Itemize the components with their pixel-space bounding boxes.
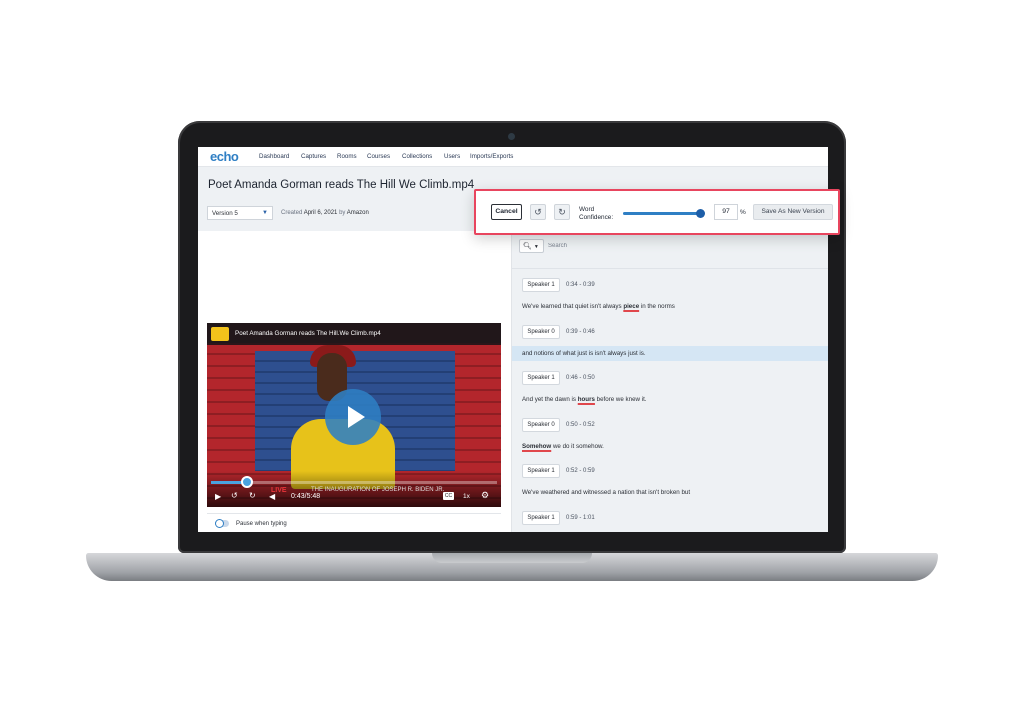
created-by: Amazon: [346, 210, 369, 216]
video-titlebar: Poet Amanda Gorman reads The Hill.We Cli…: [207, 323, 501, 345]
nav-captures[interactable]: Captures: [301, 153, 326, 160]
transcript-text: We've weathered and witnessed a nation t…: [522, 489, 691, 496]
echo-logo[interactable]: echo: [210, 149, 239, 164]
redo-button[interactable]: ↻: [554, 204, 570, 220]
left-pane: Poet Amanda Gorman reads The Hill.We Cli…: [198, 231, 511, 532]
page-title: Poet Amanda Gorman reads The Hill We Cli…: [208, 179, 475, 191]
segment-timestamp: 0:34 - 0:39: [566, 282, 595, 288]
transcript-pane: 🔍︎▼ Speaker 1 0:34 - 0:39 We've learned th…: [511, 231, 828, 532]
chevron-down-icon: ▼: [262, 210, 268, 216]
gear-icon[interactable]: ⚙: [481, 490, 489, 501]
low-confidence-word[interactable]: hours: [578, 396, 595, 403]
pause-when-typing-label: Pause when typing: [236, 521, 287, 527]
play-icon: [348, 406, 365, 428]
chevron-down-icon: ▼: [533, 244, 539, 250]
play-small-icon[interactable]: ▶: [215, 492, 221, 501]
speaker-label[interactable]: Speaker 1: [522, 371, 560, 385]
speaker-label[interactable]: Speaker 1: [522, 464, 560, 478]
segment-timestamp: 0:52 - 0:59: [566, 468, 595, 474]
segment-timestamp: 0:39 - 0:46: [566, 328, 595, 335]
redo-icon: ↻: [558, 207, 566, 217]
undo-icon: ↺: [534, 207, 542, 217]
transcript-line[interactable]: We've learned that quiet isn't always pi…: [522, 303, 675, 310]
save-as-new-version-button[interactable]: Save As New Version: [753, 204, 833, 220]
closed-captions-icon[interactable]: CC: [443, 492, 454, 500]
transcript-text: And yet the dawn is: [522, 396, 578, 403]
percent-label: %: [740, 209, 746, 216]
version-select[interactable]: Version 5 ▼: [207, 206, 273, 220]
video-progress-bar[interactable]: [211, 481, 497, 484]
low-confidence-word[interactable]: Somehow: [522, 443, 551, 450]
transcript-text: and notions of what just is isn't always…: [522, 349, 646, 357]
forward-icon[interactable]: ↻: [249, 491, 256, 500]
transcript-text: we do it somehow.: [551, 442, 604, 450]
transcript-line[interactable]: We've weathered and witnessed a nation t…: [522, 489, 690, 496]
volume-icon[interactable]: ◀: [269, 492, 275, 501]
video-player[interactable]: Poet Amanda Gorman reads The Hill.We Cli…: [207, 323, 501, 507]
toggle-knob: [215, 519, 224, 528]
word-confidence-label: Word Confidence:: [579, 206, 614, 221]
transcript-line[interactable]: And yet the dawn is hours before we knew…: [522, 396, 647, 403]
segment-timestamp: 0:59 - 1:01: [566, 514, 595, 521]
top-nav: echo Dashboard Captures Rooms Courses Co…: [198, 147, 828, 167]
nav-imports-exports[interactable]: Imports/Exports: [470, 153, 513, 160]
speaker-label[interactable]: Speaker 1: [522, 510, 560, 525]
pause-when-typing-row: Pause when typing: [207, 513, 501, 532]
playback-time: 0:43/5:48: [291, 493, 321, 500]
channel-logo: [211, 327, 229, 341]
search-icon: 🔍︎: [523, 243, 532, 250]
transcript-text: in the norms: [639, 303, 675, 310]
news-chyron: THE INAUGURATION OF JOSEPH R. BIDEN JR.: [311, 487, 445, 493]
nav-dashboard[interactable]: Dashboard: [259, 153, 289, 160]
edit-toolbar: Cancel ↺ ↻ Word Confidence: 97 % Save As…: [474, 189, 840, 235]
version-select-value: Version 5: [212, 210, 238, 217]
video-scrubber-handle[interactable]: [240, 476, 253, 488]
video-title: Poet Amanda Gorman reads The Hill.We Cli…: [235, 330, 381, 337]
rewind-icon[interactable]: ↺: [231, 491, 238, 500]
nav-collections[interactable]: Collections: [402, 153, 432, 160]
confidence-value-input[interactable]: 97: [714, 204, 738, 220]
search-bar: 🔍︎ ▼: [512, 231, 828, 269]
low-confidence-word[interactable]: piece: [623, 303, 639, 310]
transcript-line[interactable]: and notions of what just is isn't always…: [522, 350, 646, 357]
transcript-text: We've learned that quiet isn't always: [522, 303, 624, 310]
nav-courses[interactable]: Courses: [367, 153, 390, 160]
created-by-prefix: by: [339, 210, 346, 216]
confidence-slider-handle[interactable]: [696, 209, 706, 218]
cancel-button[interactable]: Cancel: [491, 204, 522, 220]
created-prefix: Created: [281, 210, 303, 216]
speaker-label[interactable]: Speaker 0: [522, 417, 560, 432]
transcript-line[interactable]: Somehow we do it somehow.: [522, 443, 604, 450]
nav-users[interactable]: Users: [444, 153, 460, 160]
confidence-slider-fill: [623, 212, 701, 215]
laptop-notch: [432, 553, 592, 563]
segment-timestamp: 0:46 - 0:50: [566, 375, 595, 381]
laptop-mockup: echo Dashboard Captures Rooms Courses Co…: [0, 0, 1024, 704]
created-info: Created April 6, 2021 by Amazon: [281, 210, 369, 216]
speaker-label[interactable]: Speaker 0: [522, 324, 560, 339]
webcam: [508, 133, 515, 140]
speaker-label[interactable]: Speaker 1: [522, 278, 560, 292]
created-date: April 6, 2021: [303, 210, 338, 216]
transcript-text: before we knew it.: [594, 396, 647, 403]
undo-button[interactable]: ↺: [530, 204, 546, 220]
playback-speed[interactable]: 1x: [463, 493, 470, 500]
search-filter-button[interactable]: 🔍︎ ▼: [519, 239, 544, 253]
search-input[interactable]: [548, 239, 824, 253]
nav-rooms[interactable]: Rooms: [337, 153, 357, 160]
segment-timestamp: 0:50 - 0:52: [566, 421, 595, 428]
